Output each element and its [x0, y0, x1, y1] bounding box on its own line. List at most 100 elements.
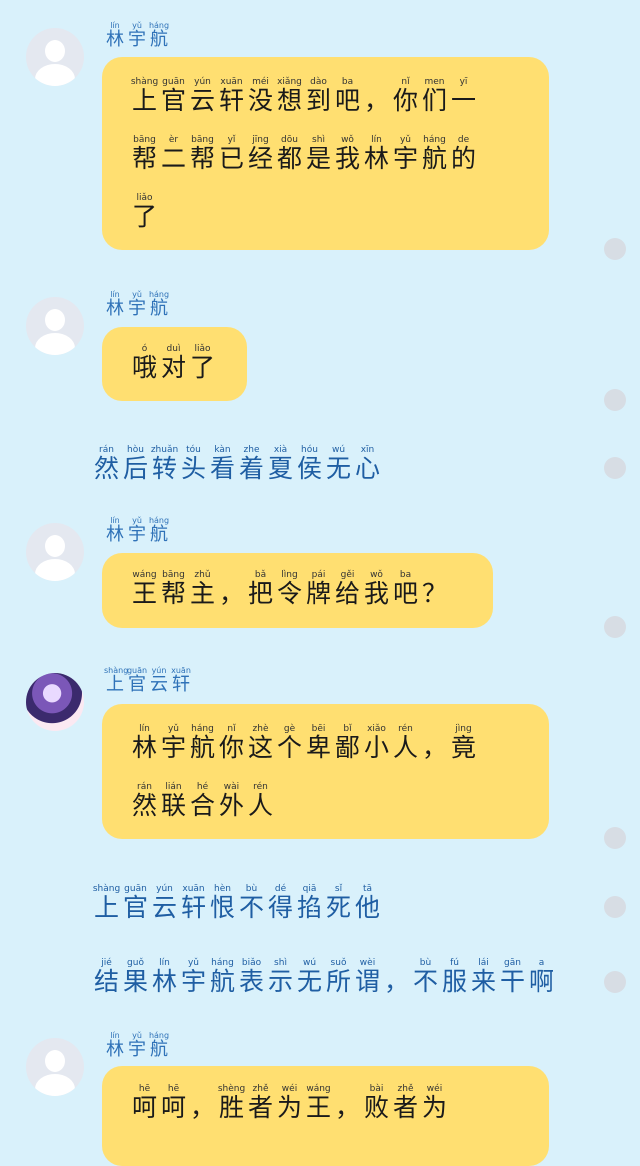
ruby-char: lín 林: [104, 20, 126, 49]
message-line: bāng 帮 èr 二 bāng 帮 yǐ 已 jīng 经 dōu 都 shì 是 wǒ 我 lín 林 yǔ 宇 h…: [130, 135, 478, 171]
hanzi: 着: [238, 454, 264, 483]
ruby-char: duì 对: [159, 344, 188, 380]
status-dot: [604, 827, 626, 849]
avatar[interactable]: [26, 1038, 84, 1096]
hanzi: 林: [106, 1039, 124, 1060]
hanzi: 帮: [131, 144, 157, 173]
status-dot: [604, 616, 626, 638]
avatar[interactable]: [26, 297, 84, 355]
hanzi: 心: [354, 454, 380, 483]
ruby-char: háng 航: [148, 289, 170, 318]
ruby-char: gè 个: [275, 724, 304, 760]
hanzi: 了: [131, 202, 157, 231]
ruby-char: yǔ 宇: [126, 20, 148, 49]
hanzi: 主: [189, 579, 215, 608]
status-dot: [604, 971, 626, 993]
avatar[interactable]: [26, 523, 84, 581]
ruby-char: wǒ 我: [333, 135, 362, 171]
ruby-char: rén 人: [246, 782, 275, 818]
hanzi: 后: [122, 454, 148, 483]
ruby-char: bǐ 鄙: [333, 724, 362, 760]
message-bubble[interactable]: wáng 王 bāng 帮 zhǔ 主， bǎ 把 lìng 令 pái 牌 gěi 给 wǒ 我 ba 吧？: [102, 553, 493, 628]
hanzi: 宇: [160, 733, 186, 762]
hanzi: 为: [276, 1093, 302, 1122]
hanzi: 示: [267, 967, 293, 996]
message-bubble[interactable]: ó 哦 duì 对 liǎo 了: [102, 327, 247, 401]
ruby-char: hóu 侯: [295, 445, 324, 481]
ruby-char: ba 吧: [333, 77, 362, 113]
hanzi: 牌: [305, 579, 331, 608]
ruby-char: zhe 着: [237, 445, 266, 481]
hanzi: 航: [150, 298, 168, 319]
narration-text: rán 然 hòu 后 zhuǎn 转 tóu 头 kàn 看 zhe 着 xià 夏 hóu 侯 wú 无 xīn…: [92, 445, 382, 481]
ruby-char: xuān 轩: [217, 77, 246, 113]
message-line: rán 然 lián 联 hé 合 wài 外 rén 人: [130, 782, 275, 818]
hanzi: 林: [131, 733, 157, 762]
avatar[interactable]: [26, 28, 84, 86]
ruby-char: ？: [420, 570, 449, 606]
ruby-char: bāng 帮: [188, 135, 217, 171]
status-dot: [604, 389, 626, 411]
hanzi: 已: [218, 144, 244, 173]
ruby-char: wú 无: [295, 958, 324, 994]
sender-name: lín 林 yǔ 宇 háng 航: [104, 1030, 170, 1059]
ruby-char: zhě 者: [391, 1084, 420, 1120]
hanzi: 无: [325, 454, 351, 483]
hanzi: 官: [122, 893, 148, 922]
hanzi: 谓: [354, 967, 380, 996]
ruby-char: bēi 卑: [304, 724, 333, 760]
message-bubble[interactable]: shàng 上 guān 官 yún 云 xuān 轩 méi 没 xiǎng 想 dào 到 ba 吧， nǐ…: [102, 57, 549, 250]
hanzi: 航: [150, 524, 168, 545]
ruby-char: wèi 谓: [353, 958, 382, 994]
ruby-char: háng 航: [148, 1030, 170, 1059]
hanzi: 人: [392, 733, 418, 762]
ruby-char: hé 合: [188, 782, 217, 818]
ruby-char: bāng 帮: [159, 570, 188, 606]
ruby-char: shì 示: [266, 958, 295, 994]
status-dot: [604, 896, 626, 918]
ruby-char: yǔ 宇: [179, 958, 208, 994]
ruby-char: kàn 看: [208, 445, 237, 481]
hanzi: 是: [305, 144, 331, 173]
hanzi: 都: [276, 144, 302, 173]
hanzi: 卑: [305, 733, 331, 762]
hanzi: 云: [189, 86, 215, 115]
hanzi: 不: [238, 893, 264, 922]
message-bubble[interactable]: lín 林 yǔ 宇 háng 航 nǐ 你 zhè 这 gè 个 bēi 卑 bǐ 鄙 xiǎo 小 rén 人， j…: [102, 704, 549, 839]
ruby-char: de 的: [449, 135, 478, 171]
hanzi: 夏: [267, 454, 293, 483]
ruby-char: háng 航: [148, 515, 170, 544]
hanzi: 一: [450, 86, 476, 115]
ruby-char: xiǎng 想: [275, 77, 304, 113]
ruby-char: ó哦: [130, 344, 159, 380]
ruby-char: shì 是: [304, 135, 333, 171]
ruby-char: dé 得: [266, 884, 295, 920]
ruby-char: háng 航: [188, 724, 217, 760]
hanzi: 帮: [160, 579, 186, 608]
ruby-char: ，: [420, 724, 449, 760]
message-line: shàng 上 guān 官 yún 云 xuān 轩 méi 没 xiǎng 想 dào 到 ba 吧， nǐ…: [130, 77, 478, 113]
hanzi: 竟: [450, 733, 476, 762]
avatar[interactable]: [26, 673, 84, 731]
hanzi: 了: [189, 353, 215, 382]
ruby-char: shàng 上: [130, 77, 159, 113]
hanzi: 他: [354, 893, 380, 922]
hanzi: 上: [131, 86, 157, 115]
ruby-char: pái 牌: [304, 570, 333, 606]
hanzi: 果: [122, 967, 148, 996]
ruby-char: rán 然: [130, 782, 159, 818]
status-dot: [604, 238, 626, 260]
ruby-char: ，: [333, 1084, 362, 1120]
hanzi: 服: [441, 967, 467, 996]
hanzi: 王: [131, 579, 157, 608]
ruby-char: gān 干: [498, 958, 527, 994]
ruby-char: zhǔ 主: [188, 570, 217, 606]
hanzi: 给: [334, 579, 360, 608]
message-bubble[interactable]: hē 呵 hē 呵， shèng 胜 zhě 者 wéi 为 wáng 王， bài 败 zhě 者 wéi 为: [102, 1066, 549, 1166]
ruby-char: zhě 者: [246, 1084, 275, 1120]
hanzi: 王: [305, 1093, 331, 1122]
ruby-char: liǎo 了: [188, 344, 217, 380]
ruby-char: ，: [188, 1084, 217, 1120]
hanzi: 呵: [160, 1093, 186, 1122]
hanzi: 航: [150, 1039, 168, 1060]
